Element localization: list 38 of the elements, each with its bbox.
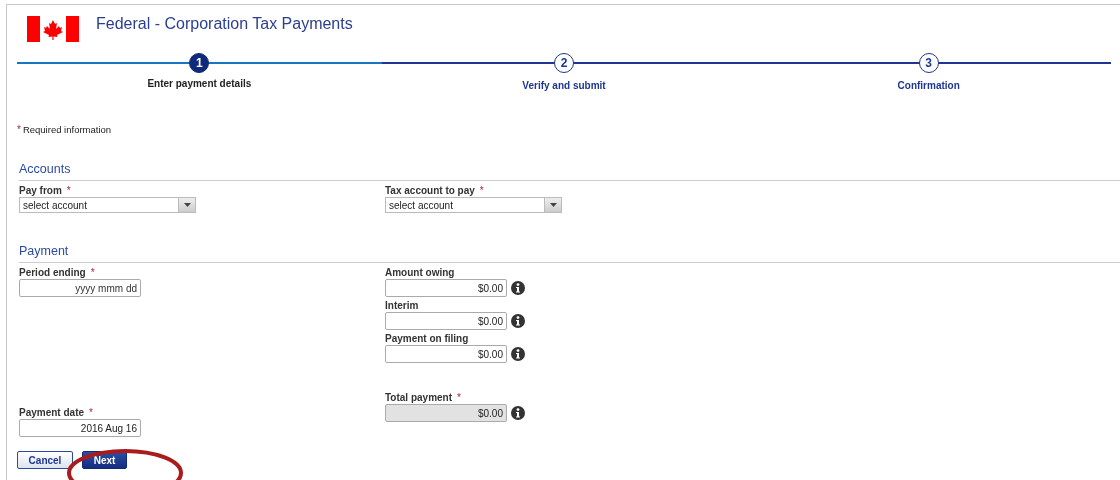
info-icon[interactable]	[511, 347, 525, 361]
amount-field[interactable]: $0.00	[385, 279, 507, 297]
step-number: 3	[918, 53, 939, 73]
field-label: Payment on filing	[385, 333, 469, 344]
field-label: Payment date	[19, 407, 85, 418]
required-note: Required information	[22, 124, 112, 135]
step-label: Verify and submit	[522, 80, 606, 91]
account-dropdown[interactable]: select account	[385, 197, 562, 213]
required-marker: *	[89, 407, 93, 418]
page-title: Federal - Corporation Tax Payments	[96, 15, 353, 33]
amount-field[interactable]: $0.00	[385, 312, 507, 330]
info-icon[interactable]	[511, 281, 525, 295]
section-heading: Accounts	[19, 162, 71, 176]
caret-icon	[183, 203, 191, 207]
amount-field[interactable]: $0.00	[385, 345, 507, 363]
date-field[interactable]: 2016 Aug 16	[19, 419, 141, 437]
required-marker: *	[90, 267, 95, 278]
required-marker: *	[17, 124, 21, 135]
caret-icon	[549, 203, 557, 207]
step-number: 2	[554, 53, 574, 73]
step-label: Confirmation	[897, 80, 960, 91]
field-label: Tax account to pay	[385, 185, 475, 196]
field-label: Interim	[385, 300, 419, 311]
info-icon[interactable]	[511, 314, 525, 328]
step-label: Enter payment details	[147, 78, 252, 89]
flag-icon	[27, 16, 79, 42]
field-label: Amount owing	[385, 267, 455, 278]
step-number: 1	[189, 53, 210, 73]
cancel-button[interactable]: Cancel	[17, 451, 73, 469]
account-dropdown[interactable]: select account	[19, 197, 196, 213]
required-marker: *	[457, 392, 461, 403]
required-marker: *	[66, 185, 71, 196]
field-label: Period ending	[19, 267, 86, 278]
required-marker: *	[479, 185, 484, 196]
field-label: Pay from	[19, 185, 62, 196]
date-field[interactable]: yyyy mmm dd	[19, 279, 141, 297]
section-heading: Payment	[19, 244, 69, 258]
field-label: Total payment	[385, 392, 453, 403]
